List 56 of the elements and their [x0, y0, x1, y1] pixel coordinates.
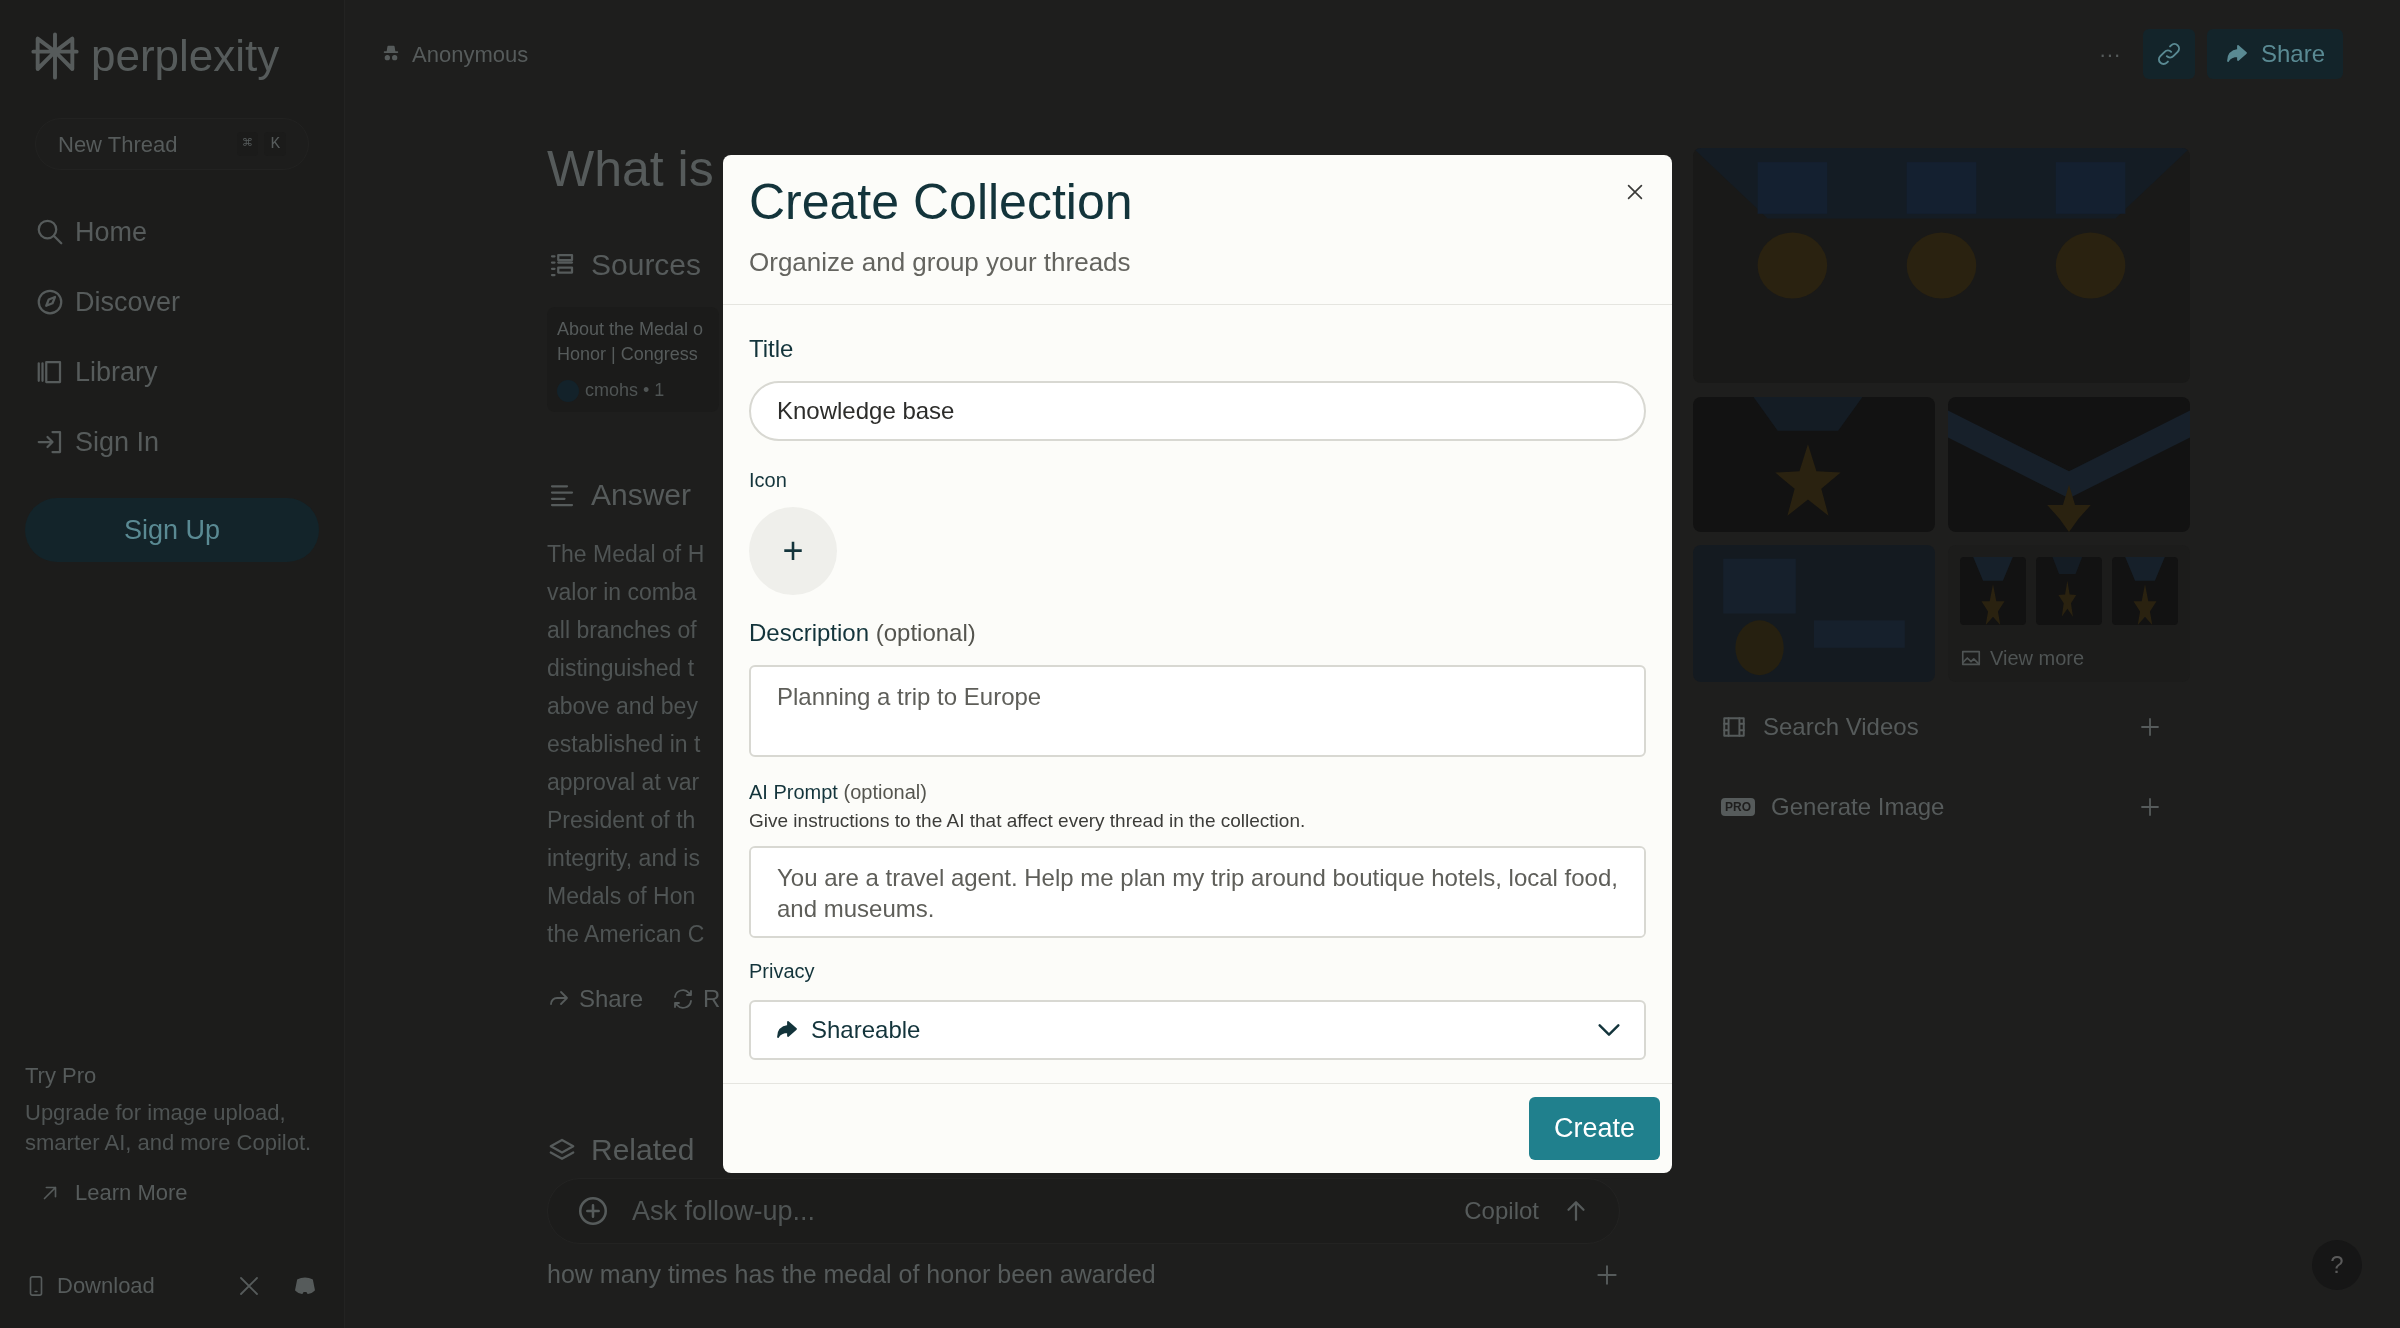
- nav-item[interactable]: Sign In: [25, 422, 319, 462]
- field-label: AI Prompt (optional): [749, 780, 927, 805]
- user-label: Anonymous: [412, 40, 529, 69]
- plus-circle-icon: [576, 1194, 610, 1228]
- pro-badge: PRO: [1721, 798, 1755, 816]
- new-thread-button[interactable]: New Thread ⌘ K: [35, 118, 309, 170]
- media-action[interactable]: Search Videos: [1693, 702, 2190, 752]
- source-title: About the Medal o: [557, 318, 705, 341]
- link-button[interactable]: [2142, 29, 2195, 79]
- section-heading: Related: [591, 1132, 695, 1168]
- title-field[interactable]: Knowledge base: [749, 381, 1646, 441]
- prompt-field[interactable]: You are a travel agent. Help me plan my trip around boutique hotels, local food, and museums.: [749, 845, 1646, 938]
- link-icon: [2155, 41, 2182, 67]
- action-button[interactable]: R: [671, 981, 721, 1017]
- learn-more-link[interactable]: Learn More: [39, 1176, 319, 1209]
- nav-item[interactable]: Discover: [25, 282, 319, 322]
- dialog-subtitle: Organize and group your threads: [749, 246, 1132, 279]
- film-icon: [1721, 714, 1747, 740]
- search-icon: [35, 217, 65, 247]
- add-icon-button[interactable]: +: [749, 507, 837, 595]
- more-button[interactable]: ···: [2088, 37, 2131, 71]
- compass-icon: [35, 287, 65, 317]
- view-more-label: View more: [1990, 646, 2085, 671]
- field-label: Description (optional): [749, 618, 976, 648]
- chevron-down-icon: [1598, 1023, 1620, 1036]
- dialog-title: Create Collection: [749, 173, 1133, 232]
- plus-icon: [2138, 715, 2162, 739]
- help-button[interactable]: ?: [2312, 1240, 2362, 1290]
- nav-item[interactable]: Library: [25, 352, 319, 392]
- source-card[interactable]: About the Medal o Honor | Congress cmohs • 1: [547, 307, 719, 412]
- download-link[interactable]: Download: [25, 1269, 155, 1302]
- plus-icon: [2138, 795, 2162, 819]
- copilot-toggle[interactable]: Copilot: [1464, 1193, 1539, 1229]
- field-label: Privacy: [749, 958, 816, 984]
- create-button[interactable]: Create: [1528, 1097, 1660, 1160]
- description-field[interactable]: Planning a trip to Europe: [749, 665, 1646, 757]
- logo-icon: [29, 30, 81, 82]
- promo-title: Try Pro: [25, 1062, 98, 1090]
- follow-up-field[interactable]: Ask follow-up... Copilot: [547, 1178, 1620, 1244]
- field-help: Give instructions to the AI that affect every thread in the collection.: [749, 809, 1307, 833]
- action-button[interactable]: Share: [547, 981, 644, 1017]
- field-label: Icon: [749, 468, 788, 493]
- field-label: Title: [749, 334, 795, 364]
- related-question[interactable]: how many times has the medal of honor been awarded: [547, 1256, 1156, 1294]
- logo-text: perplexity: [91, 34, 280, 78]
- thread-title: What is: [547, 144, 715, 194]
- section-heading: Sources: [591, 247, 702, 283]
- privacy-select[interactable]: Shareable: [749, 999, 1646, 1060]
- sign-up-button[interactable]: Sign Up: [25, 498, 319, 562]
- source-meta: cmohs • 1: [585, 379, 665, 402]
- media-action[interactable]: PRO Generate Image: [1693, 782, 2190, 832]
- section-heading: Answer: [591, 477, 692, 513]
- nav-item[interactable]: Home: [25, 212, 319, 252]
- share-button[interactable]: Share: [2206, 29, 2343, 79]
- promo-text: Upgrade for image upload, smarter AI, and more Copilot.: [25, 1099, 313, 1157]
- source-title: Honor | Congress: [557, 343, 699, 366]
